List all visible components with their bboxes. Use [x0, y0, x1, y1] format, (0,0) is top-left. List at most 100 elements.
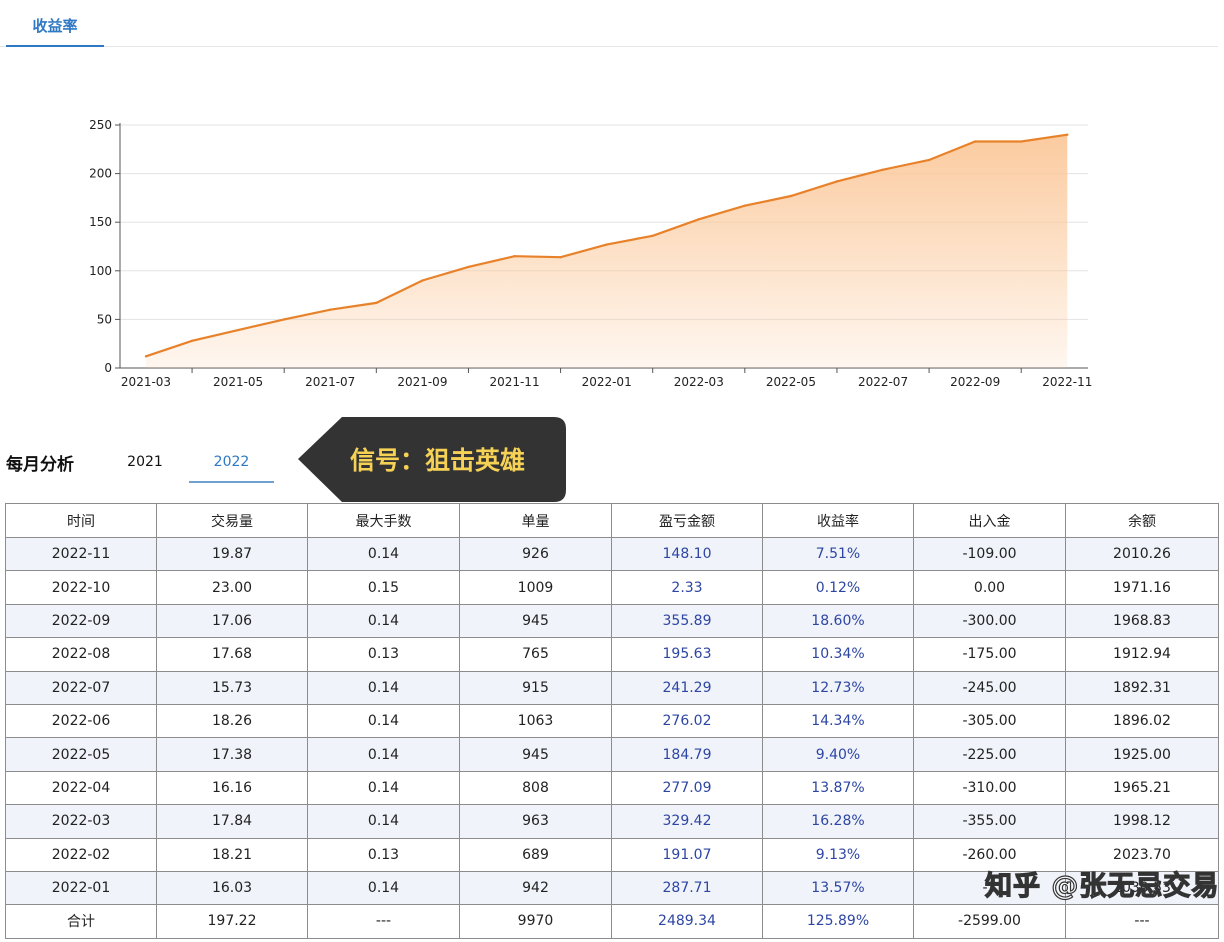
- cell-volume: 18.21: [156, 837, 308, 872]
- header-order-count: 单量: [459, 503, 612, 538]
- data-point: [1066, 133, 1069, 136]
- cell-profit: 2.33: [611, 570, 763, 605]
- cell-order-count: 963: [459, 804, 612, 839]
- data-point: [236, 328, 240, 332]
- table-row: 2022-10 23.00 0.15 1009 2.33 0.12% 0.00 1971.16: [5, 570, 1219, 605]
- cell-profit: 191.07: [611, 837, 763, 872]
- cell-volume: 19.87: [156, 536, 308, 572]
- header-deposit-withdrawal: 出入金: [913, 503, 1066, 538]
- y-tick-label: 100: [89, 264, 112, 278]
- cell-time: 2022-06: [5, 703, 157, 739]
- cell-time: 2022-10: [5, 570, 157, 605]
- return-rate-chart-svg: 0 50 100 150 200 250 2021-03 2021-05 2021-07 2021…: [89, 118, 1092, 389]
- data-point: [697, 218, 700, 221]
- cell-max-lots: 0.14: [307, 737, 460, 772]
- data-point: [743, 204, 747, 207]
- cell-time: 2022-07: [5, 670, 157, 705]
- cell-deposit-withdrawal: -355.00: [913, 804, 1066, 839]
- cell-order-count: 808: [459, 770, 612, 806]
- data-point: [467, 265, 470, 269]
- signal-callout: 信号：狙击英雄: [298, 417, 566, 502]
- data-point: [329, 308, 332, 311]
- cell-profit: 287.71: [611, 870, 763, 906]
- cell-deposit-withdrawal: 0.00: [913, 570, 1066, 605]
- cell-balance: 1892.31: [1065, 670, 1219, 705]
- header-balance: 余额: [1065, 503, 1219, 538]
- table-row: 2022-06 18.26 0.14 1063 276.02 14.34% -305.00 1…: [5, 703, 1219, 739]
- year-tab-2021[interactable]: 2021: [118, 454, 172, 470]
- header-return-rate: 收益率: [762, 503, 914, 538]
- cell-time: 2022-04: [5, 770, 157, 806]
- data-point: [513, 255, 516, 258]
- cell-time: 2022-03: [5, 804, 157, 839]
- cell-profit: 329.42: [611, 804, 763, 839]
- cell-return-rate: 9.13%: [762, 837, 914, 872]
- x-tick-label: 2021-03: [121, 375, 171, 389]
- cell-max-lots: 0.13: [307, 637, 460, 672]
- data-point: [789, 194, 793, 198]
- cell-order-count: 765: [459, 637, 612, 672]
- cell-volume: 23.00: [156, 570, 308, 605]
- cell-deposit-withdrawal: -225.00: [913, 737, 1066, 772]
- cell-max-lots: 0.15: [307, 570, 460, 605]
- area-fill: [146, 134, 1068, 368]
- total-cell-order-count: 9970: [459, 904, 612, 939]
- cell-max-lots: 0.14: [307, 804, 460, 839]
- total-cell-volume: 197.22: [156, 904, 308, 939]
- watermark: 知乎 @张无忌交易: [984, 870, 1220, 902]
- tab-return-rate[interactable]: 收益率: [6, 0, 104, 47]
- table-row: 2022-03 17.84 0.14 963 329.42 16.28% -355.00 19…: [5, 804, 1219, 839]
- table-row: 2022-09 17.06 0.14 945 355.89 18.60% -300.00 19…: [5, 603, 1219, 639]
- cell-return-rate: 13.87%: [762, 770, 914, 806]
- x-tick-label: 2022-01: [582, 375, 632, 389]
- cell-max-lots: 0.14: [307, 536, 460, 572]
- cell-time: 2022-08: [5, 637, 157, 672]
- cell-profit: 355.89: [611, 603, 763, 639]
- cell-balance: 2010.26: [1065, 536, 1219, 572]
- data-point: [973, 140, 977, 143]
- cell-balance: 1968.83: [1065, 603, 1219, 639]
- total-cell-deposit-withdrawal: -2599.00: [913, 904, 1066, 939]
- cell-deposit-withdrawal: -305.00: [913, 703, 1066, 739]
- year-tab-2022[interactable]: 2022: [189, 454, 274, 483]
- data-point: [835, 180, 839, 183]
- cell-order-count: 1063: [459, 703, 612, 739]
- cell-balance: 1965.21: [1065, 770, 1219, 806]
- y-tick-label: 200: [89, 167, 112, 181]
- x-tick-label: 2022-07: [858, 375, 908, 389]
- cell-max-lots: 0.14: [307, 603, 460, 639]
- cell-time: 2022-02: [5, 837, 157, 872]
- cell-volume: 17.68: [156, 637, 308, 672]
- cell-return-rate: 18.60%: [762, 603, 914, 639]
- y-tick-label: 150: [89, 215, 112, 229]
- monthly-analysis-title: 每月分析: [6, 455, 74, 475]
- cell-return-rate: 13.57%: [762, 870, 914, 906]
- cell-balance: 1925.00: [1065, 737, 1219, 772]
- cell-order-count: 1009: [459, 570, 612, 605]
- return-rate-chart: 0 50 100 150 200 250 2021-03 2021-05 2021-07 2021…: [0, 100, 1224, 400]
- data-point: [881, 168, 885, 171]
- cell-order-count: 926: [459, 536, 612, 572]
- cell-volume: 17.38: [156, 737, 308, 772]
- table-row: 2022-08 17.68 0.13 765 195.63 10.34% -175.00 19…: [5, 637, 1219, 672]
- cell-order-count: 945: [459, 603, 612, 639]
- y-tick-label: 250: [89, 118, 112, 132]
- x-tick-label: 2022-03: [674, 375, 724, 389]
- table-header-row: 时间 交易量 最大手数 单量 盈亏金额 收益率 出入金 余额: [5, 503, 1219, 538]
- x-tick-label: 2021-07: [305, 375, 355, 389]
- table-row: 2022-05 17.38 0.14 945 184.79 9.40% -225.00 192…: [5, 737, 1219, 772]
- cell-volume: 17.06: [156, 603, 308, 639]
- cell-order-count: 945: [459, 737, 612, 772]
- cell-profit: 277.09: [611, 770, 763, 806]
- cell-return-rate: 12.73%: [762, 670, 914, 705]
- data-point: [605, 243, 608, 246]
- header-profit: 盈亏金额: [611, 503, 763, 538]
- x-tick-label: 2022-09: [950, 375, 1000, 389]
- total-cell-return-rate: 125.89%: [762, 904, 914, 939]
- cell-deposit-withdrawal: -300.00: [913, 603, 1066, 639]
- cell-deposit-withdrawal: -109.00: [913, 536, 1066, 572]
- table-row: 2022-11 19.87 0.14 926 148.10 7.51% -109.00 201…: [5, 536, 1219, 572]
- total-cell-balance: ---: [1065, 904, 1219, 939]
- cell-return-rate: 9.40%: [762, 737, 914, 772]
- total-cell-profit: 2489.34: [611, 904, 763, 939]
